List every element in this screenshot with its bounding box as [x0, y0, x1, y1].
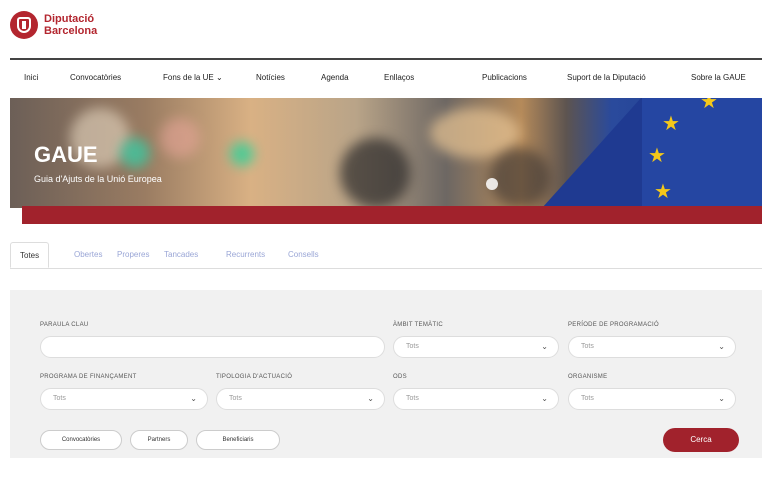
brand-logo-icon — [10, 11, 38, 39]
ods-label: ODS — [393, 374, 407, 380]
ambit-label: ÀMBIT TEMÀTIC — [393, 322, 444, 328]
filter-panel: PARAULA CLAU ÀMBIT TEMÀTIC Tots ⌄ PERÍOD… — [10, 290, 762, 458]
eu-star-icon: ★ — [648, 145, 666, 167]
hero-accent-bar — [22, 206, 762, 224]
nav-item-noticies[interactable]: Notícies — [256, 73, 285, 82]
tab-recurrents[interactable]: Recurrents — [226, 242, 265, 268]
organisme-select[interactable]: Tots ⌄ — [568, 388, 736, 410]
main-navigation: Inici Convocatòries Fons de la UE ⌄ Notí… — [10, 68, 762, 88]
ods-select[interactable]: Tots ⌄ — [393, 388, 559, 410]
chevron-down-icon: ⌄ — [367, 394, 374, 403]
nav-item-fons-ue[interactable]: Fons de la UE ⌄ — [163, 73, 223, 82]
chevron-down-icon: ⌄ — [718, 394, 725, 403]
ods-select-value: Tots — [406, 395, 419, 402]
carousel-dot[interactable] — [486, 178, 498, 190]
chevron-down-icon: ⌄ — [215, 73, 223, 82]
chevron-down-icon: ⌄ — [718, 342, 725, 351]
brand-name-line1: Diputació — [44, 13, 95, 25]
keyword-input[interactable] — [40, 336, 385, 358]
nav-item-publicacions[interactable]: Publicacions — [482, 73, 527, 82]
tipologia-label: TIPOLOGIA D'ACTUACIÓ — [216, 374, 293, 380]
status-tabs: Totes Obertes Properes Tancades Recurren… — [10, 238, 762, 269]
brand-logo[interactable]: Diputació Barcelona — [10, 11, 97, 39]
site-header: Diputació Barcelona — [0, 0, 762, 58]
organisme-select-value: Tots — [581, 395, 594, 402]
organisme-label: ORGANISME — [568, 374, 608, 380]
eu-star-icon: ★ — [662, 113, 680, 135]
nav-item-suport-diputacio[interactable]: Suport de la Diputació — [567, 73, 646, 82]
periode-label: PERÍODE DE PROGRAMACIÓ — [568, 322, 659, 328]
ambit-select[interactable]: Tots ⌄ — [393, 336, 559, 358]
tab-tancades[interactable]: Tancades — [164, 242, 198, 268]
chip-beneficiaris[interactable]: Beneficiaris — [196, 430, 280, 450]
tipologia-select-value: Tots — [229, 395, 242, 402]
hero-subtitle: Guia d'Ajuts de la Unió Europea — [34, 174, 162, 184]
brand-name: Diputació Barcelona — [44, 13, 97, 37]
nav-item-sobre-gaue[interactable]: Sobre la GAUE — [691, 73, 746, 82]
brand-name-line2: Barcelona — [44, 25, 98, 37]
header-divider — [10, 58, 762, 60]
tab-properes[interactable]: Properes — [117, 242, 149, 268]
programa-label: PROGRAMA DE FINANÇAMENT — [40, 374, 137, 380]
keyword-label: PARAULA CLAU — [40, 322, 89, 328]
nav-item-enllacos[interactable]: Enllaços — [384, 73, 414, 82]
nav-item-agenda[interactable]: Agenda — [321, 73, 349, 82]
nav-item-convocatories[interactable]: Convocatòries — [70, 73, 121, 82]
ambit-select-value: Tots — [406, 343, 419, 350]
search-button[interactable]: Cerca — [663, 428, 739, 452]
chip-convocatories[interactable]: Convocatòries — [40, 430, 122, 450]
eu-star-icon: ★ — [654, 181, 672, 203]
periode-select[interactable]: Tots ⌄ — [568, 336, 736, 358]
programa-select[interactable]: Tots ⌄ — [40, 388, 208, 410]
chevron-down-icon: ⌄ — [541, 394, 548, 403]
programa-select-value: Tots — [53, 395, 66, 402]
eu-star-icon: ★ — [700, 98, 718, 113]
nav-item-inici[interactable]: Inici — [24, 73, 38, 82]
periode-select-value: Tots — [581, 343, 594, 350]
chip-partners[interactable]: Partners — [130, 430, 188, 450]
chevron-down-icon: ⌄ — [541, 342, 548, 351]
tab-totes[interactable]: Totes — [10, 242, 50, 268]
tipologia-select[interactable]: Tots ⌄ — [216, 388, 385, 410]
tab-obertes[interactable]: Obertes — [74, 242, 102, 268]
hero-title: GAUE — [34, 142, 98, 167]
hero-banner: ★ ★ ★ ★ GAUE Guia d'Ajuts de la Unió Eur… — [10, 98, 762, 208]
chevron-down-icon: ⌄ — [190, 394, 197, 403]
tab-consells[interactable]: Consells — [288, 242, 319, 268]
